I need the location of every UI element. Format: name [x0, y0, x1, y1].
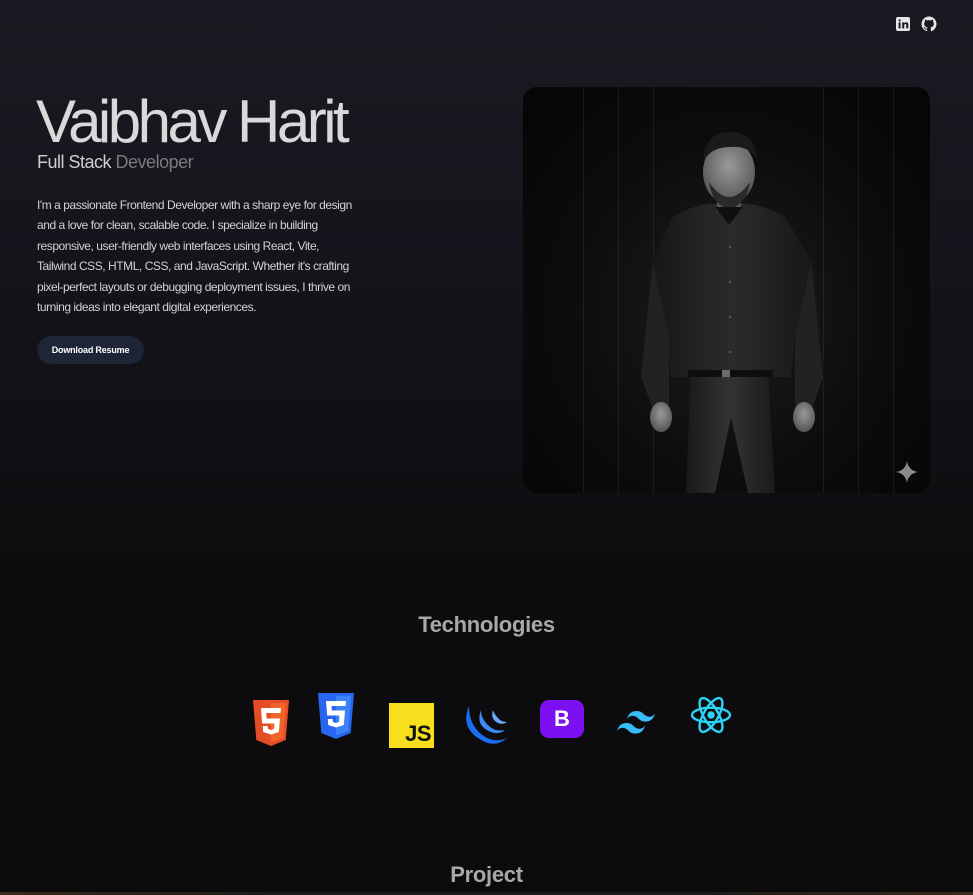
hero-name: Vaibhav Harit: [36, 88, 350, 155]
bootstrap-icon-label: B: [554, 706, 570, 731]
projects-title: Project: [450, 862, 523, 887]
github-link[interactable]: [921, 16, 937, 32]
sparkle-icon: [896, 461, 918, 483]
jquery-icon: [466, 706, 507, 744]
linkedin-link[interactable]: [895, 16, 911, 32]
hero-role: Full Stack Developer: [37, 152, 194, 173]
download-resume-button[interactable]: Download Resume: [37, 336, 144, 364]
technologies-title: Technologies: [418, 612, 555, 637]
css3-icon: [318, 693, 354, 739]
profile-photo: [523, 87, 930, 493]
social-links: [895, 16, 937, 32]
tailwind-icon: [617, 711, 655, 734]
technologies-icons: JS B: [0, 690, 973, 760]
role-main: Full Stack: [37, 152, 112, 172]
linkedin-icon: [896, 17, 910, 31]
hero-bio: I'm a passionate Frontend Developer with…: [37, 198, 352, 315]
javascript-icon: JS: [389, 703, 434, 748]
profile-photo-figure: [583, 87, 894, 493]
bootstrap-icon: B: [540, 700, 584, 738]
react-icon: [690, 696, 732, 734]
html5-icon: [253, 700, 289, 746]
role-dim: Developer: [115, 152, 194, 172]
javascript-icon-label: JS: [405, 721, 431, 746]
github-icon: [921, 16, 937, 32]
